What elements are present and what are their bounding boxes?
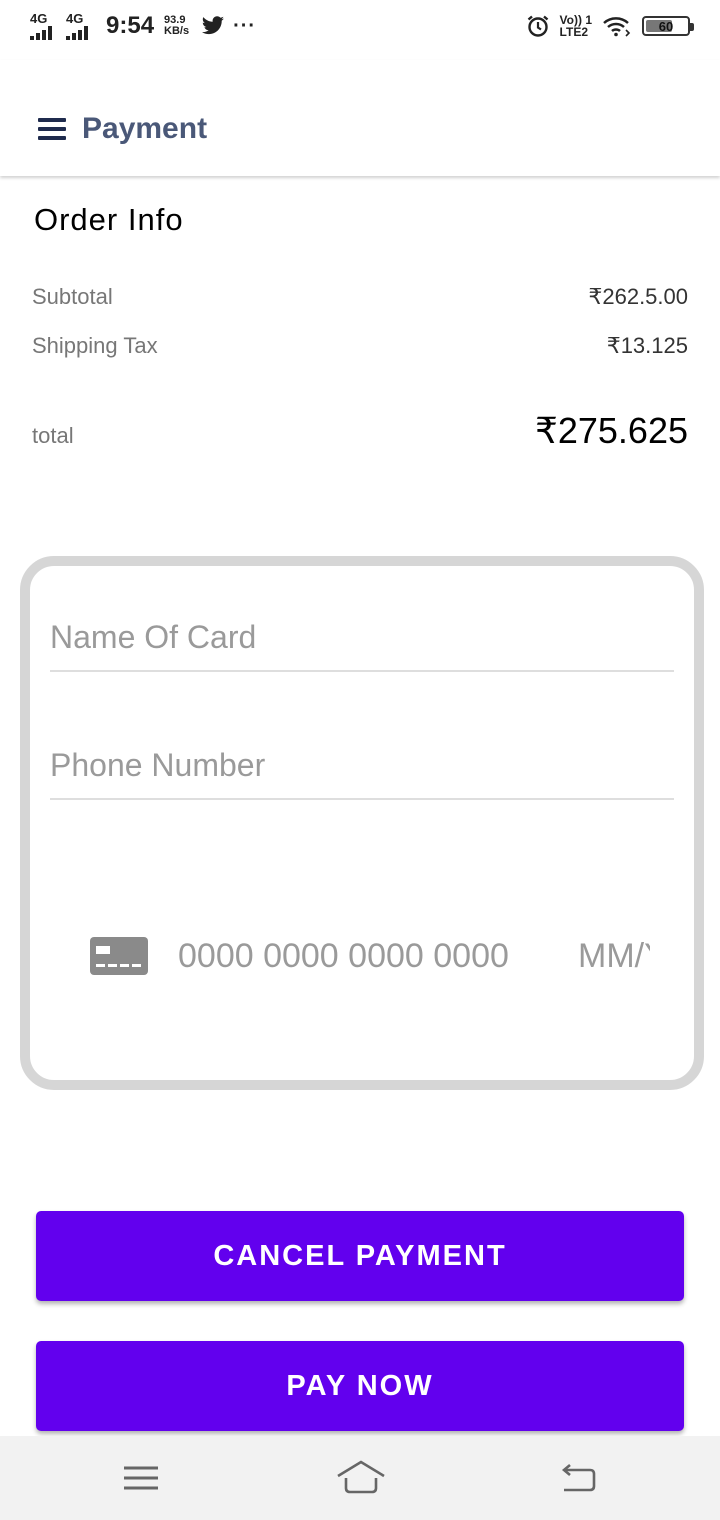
status-time: 9:54 (106, 12, 155, 39)
subtotal-row: Subtotal ₹262.5.00 (32, 284, 688, 310)
credit-card-icon (90, 937, 148, 975)
subtotal-label: Subtotal (32, 284, 113, 309)
wifi-icon (603, 17, 631, 37)
total-value: ₹275.625 (534, 410, 688, 451)
card-expiry-input[interactable] (578, 936, 650, 976)
phone-number-input[interactable] (50, 747, 674, 784)
battery-icon: 60 (642, 16, 694, 36)
network-speed-unit: KB/s (164, 25, 190, 37)
network-type-2: 4G (66, 11, 84, 26)
total-label: total (32, 423, 74, 448)
order-info-title: Order Info (34, 202, 184, 237)
nav-menu-icon[interactable] (116, 1456, 166, 1500)
name-of-card-field[interactable] (50, 602, 674, 672)
battery-level: 60 (658, 18, 674, 34)
twitter-icon (202, 16, 225, 35)
app-bar: Payment (0, 60, 720, 176)
volte-indicator: Vo)) 1 LTE2 (560, 14, 592, 38)
pay-now-button[interactable]: PAY NOW (36, 1341, 684, 1431)
signal-1-icon: 4G (30, 12, 60, 40)
card-number-input[interactable] (178, 936, 538, 976)
network-speed: 93.9 KB/s (164, 15, 189, 37)
status-bar-right: Vo)) 1 LTE2 60 (526, 14, 694, 38)
shipping-tax-row: Shipping Tax ₹13.125 (32, 333, 688, 359)
total-row: total ₹275.625 (32, 410, 688, 452)
name-of-card-input[interactable] (50, 619, 674, 656)
network-type-1: 4G (30, 11, 48, 26)
volte-bottom: LTE2 (559, 25, 588, 39)
cancel-payment-button[interactable]: CANCEL PAYMENT (36, 1211, 684, 1301)
more-notifications-icon: ··· (233, 14, 257, 37)
subtotal-value: ₹262.5.00 (588, 284, 688, 309)
phone-number-field[interactable] (50, 730, 674, 800)
nav-home-icon[interactable] (334, 1456, 388, 1500)
status-bar: 4G 4G 9:54 93.9 KB/s ··· Vo)) 1 LTE2 60 (0, 0, 720, 60)
card-details-row (90, 926, 650, 986)
signal-2-icon: 4G (66, 12, 96, 40)
page-title: Payment (82, 112, 208, 145)
card-form (20, 556, 704, 1090)
shipping-tax-label: Shipping Tax (32, 333, 158, 358)
shipping-tax-value: ₹13.125 (606, 333, 688, 358)
status-bar-left: 4G 4G 9:54 93.9 KB/s ··· (30, 12, 256, 40)
nav-back-icon[interactable] (554, 1456, 604, 1500)
navigation-bar (0, 1436, 720, 1520)
alarm-icon (527, 15, 548, 37)
hamburger-menu-icon[interactable] (38, 118, 66, 140)
